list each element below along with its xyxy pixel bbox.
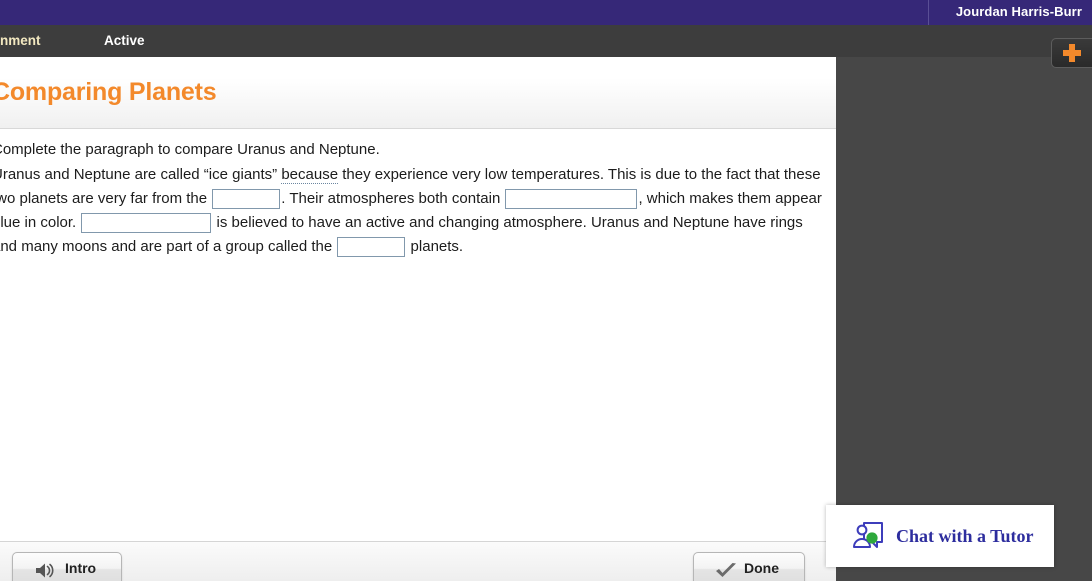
add-button[interactable] bbox=[1051, 38, 1092, 68]
page-title: Comparing Planets bbox=[0, 78, 217, 106]
intro-button[interactable]: Intro bbox=[12, 552, 122, 581]
chat-with-tutor-widget[interactable]: Chat with a Tutor bbox=[826, 505, 1054, 567]
done-button[interactable]: Done bbox=[693, 552, 805, 581]
cloze-paragraph: Uranus and Neptune are called “ice giant… bbox=[0, 163, 822, 259]
intro-button-label: Intro bbox=[65, 560, 97, 576]
check-icon bbox=[716, 563, 736, 577]
paragraph-segment-6: planets. bbox=[406, 238, 464, 255]
paragraph-segment-3: . Their atmospheres both contain bbox=[281, 190, 505, 207]
tab-active[interactable]: Active bbox=[104, 25, 145, 57]
top-bar-divider bbox=[928, 0, 929, 25]
chat-with-tutor-label: Chat with a Tutor bbox=[896, 526, 1034, 546]
tab-bar: ssignment Active bbox=[0, 25, 1092, 57]
done-button-label: Done bbox=[744, 560, 779, 576]
speaker-icon bbox=[36, 563, 54, 578]
blank-input-4[interactable] bbox=[337, 237, 406, 258]
lesson-header: Comparing Planets bbox=[0, 57, 836, 129]
blank-input-2[interactable] bbox=[505, 189, 638, 210]
footer-toolbar: Intro Done bbox=[0, 541, 836, 581]
tab-assignment[interactable]: ssignment bbox=[0, 25, 41, 57]
plus-icon bbox=[1063, 44, 1081, 62]
chat-tutor-icon bbox=[853, 522, 883, 548]
paragraph-segment-1: Uranus and Neptune are called “ice giant… bbox=[0, 166, 282, 183]
glossary-term-because[interactable]: because bbox=[281, 166, 339, 184]
question-prompt: Complete the paragraph to compare Uranus… bbox=[0, 141, 380, 158]
top-bar: Jourdan Harris-Burr bbox=[0, 0, 1092, 25]
lesson-content-panel: Comparing Planets Complete the paragraph… bbox=[0, 57, 836, 581]
blank-input-3[interactable] bbox=[81, 213, 212, 234]
blank-input-1[interactable] bbox=[212, 189, 281, 210]
question-body: Complete the paragraph to compare Uranus… bbox=[0, 138, 836, 259]
user-name-label: Jourdan Harris-Burr bbox=[955, 4, 1082, 19]
